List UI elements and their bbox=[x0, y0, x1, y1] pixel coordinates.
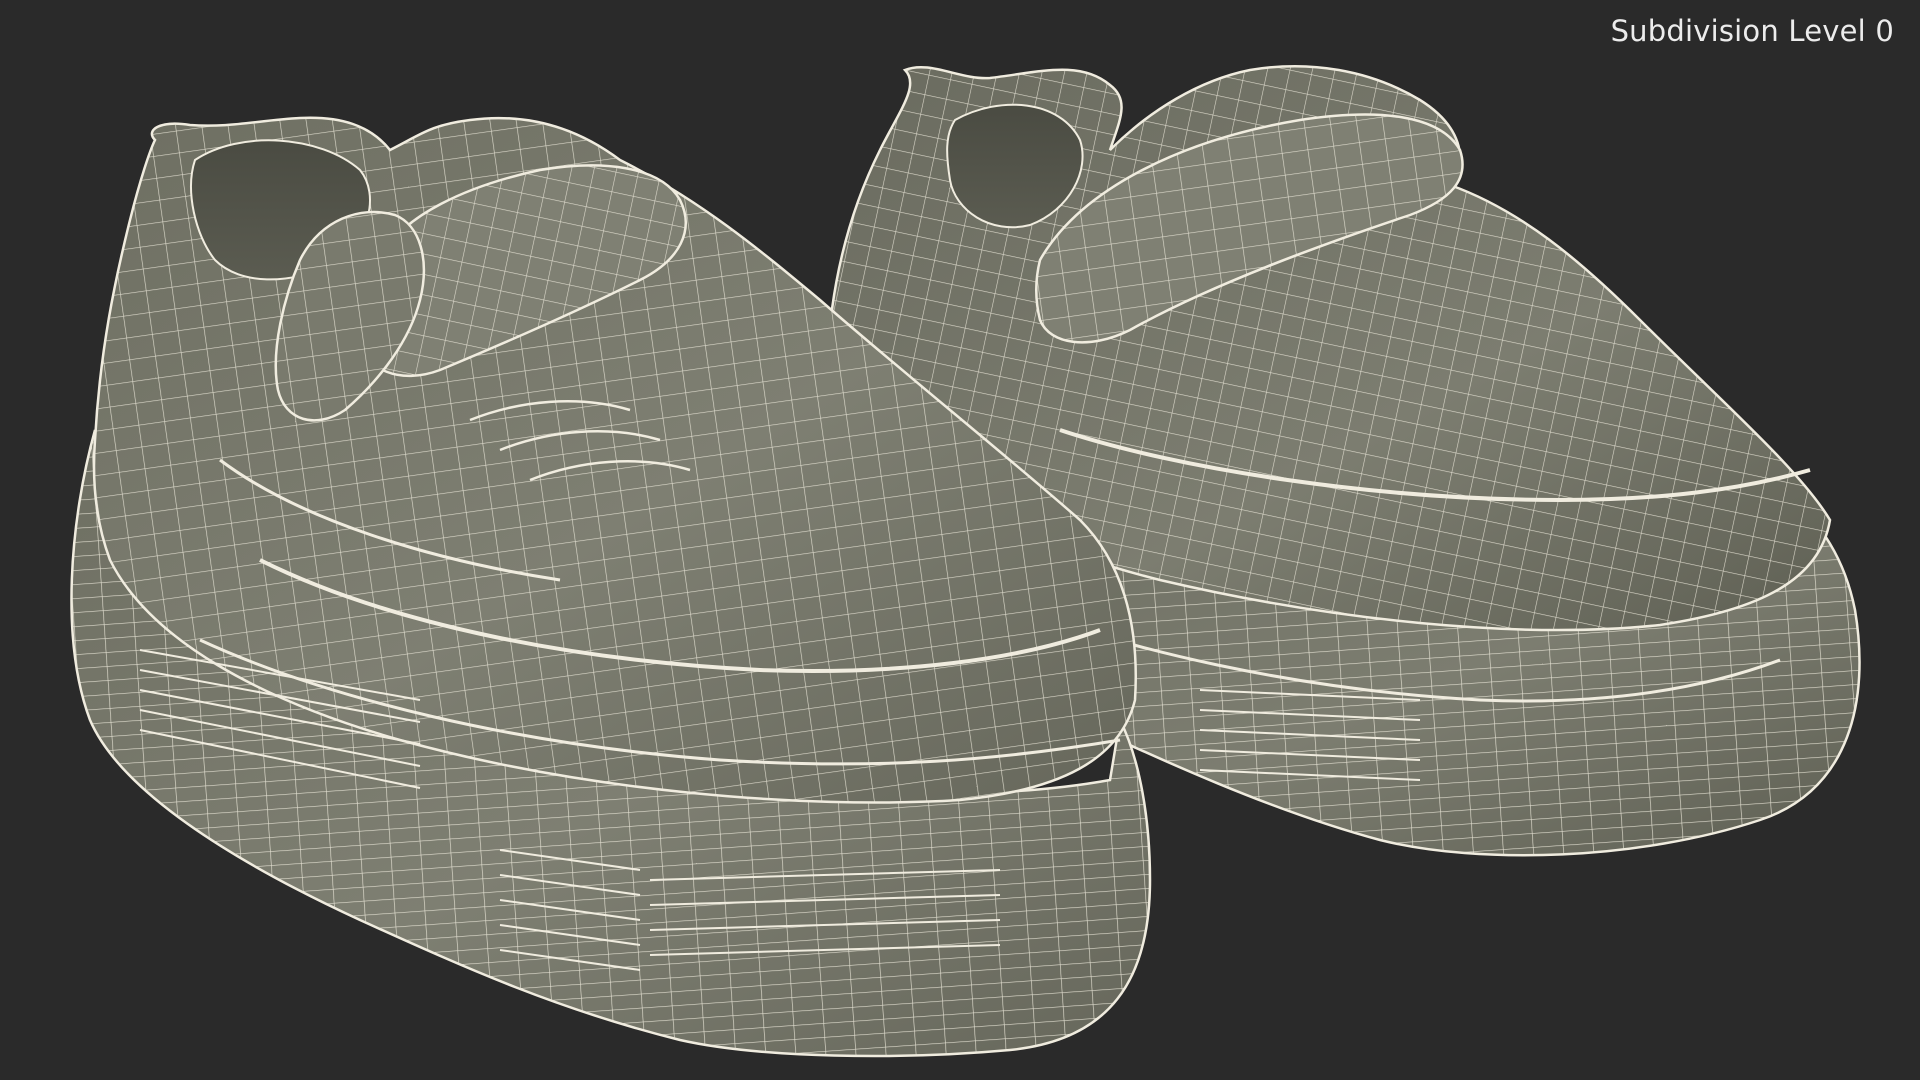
scene-render bbox=[70, 65, 1861, 1058]
3d-viewport[interactable]: Subdivision Level 0 bbox=[0, 0, 1920, 1080]
subdivision-level-label: Subdivision Level 0 bbox=[1610, 14, 1894, 48]
